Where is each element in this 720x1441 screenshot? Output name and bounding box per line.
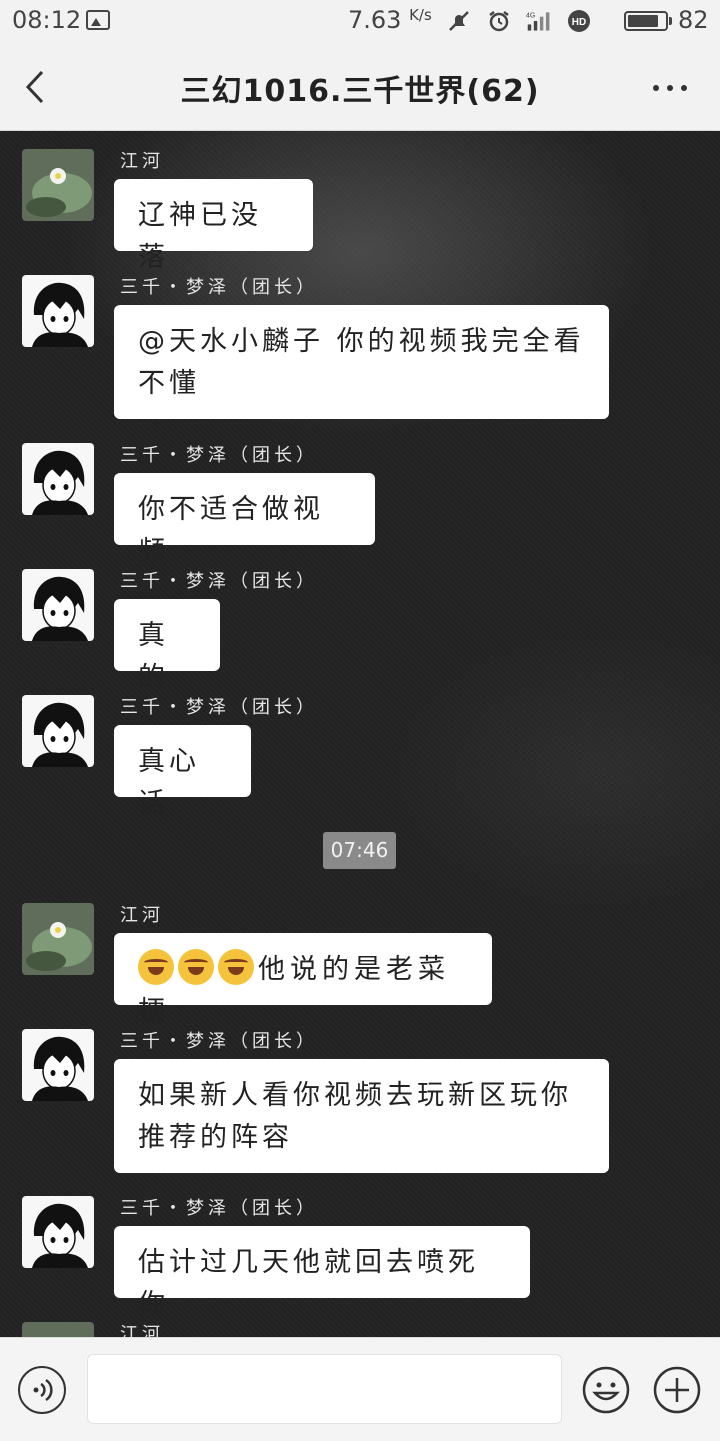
avatar-mengze[interactable] [22, 275, 94, 347]
more-button[interactable] [650, 68, 690, 108]
message-bubble[interactable]: 辽神已没落 [114, 179, 313, 273]
image-notification-icon [86, 10, 110, 30]
avatar-jianghe[interactable] [22, 149, 94, 221]
svg-text:HD: HD [572, 17, 586, 28]
more-dots-icon [653, 85, 687, 91]
mute-bell-icon [446, 8, 472, 34]
status-icons: 4G HD [446, 8, 592, 34]
message-bubble[interactable]: 你不适合做视频 [114, 473, 375, 567]
crying-laughing-emoji-icon [138, 949, 174, 985]
chat-title: 三幻1016.三千世界(62) [180, 74, 540, 109]
avatar-mengze[interactable] [22, 1029, 94, 1101]
battery-icon [624, 11, 672, 31]
smiley-icon [582, 1366, 630, 1414]
avatar-mengze[interactable] [22, 695, 94, 767]
emoji-button[interactable] [581, 1365, 631, 1415]
input-bar [0, 1337, 720, 1441]
message-text: 你不适合做视频 [138, 494, 324, 567]
message-text: 如果新人看你视频去玩新区玩你推荐的阵容 [138, 1080, 572, 1153]
message-text: 真的 [138, 620, 169, 693]
plus-button[interactable] [652, 1365, 702, 1415]
message-bubble[interactable]: 如果新人看你视频去玩新区玩你推荐的阵容 [114, 1059, 609, 1173]
avatar-jianghe[interactable] [22, 903, 94, 975]
sender-name: 江河 [120, 151, 164, 172]
message-input[interactable] [87, 1354, 562, 1424]
alarm-icon [486, 8, 512, 34]
status-bar: 08:12 7.63 K/s 4G HD 82 [0, 0, 720, 44]
avatar-mengze[interactable] [22, 1196, 94, 1268]
message-bubble[interactable]: 真心话 [114, 725, 251, 819]
crying-laughing-emoji-icon [218, 949, 254, 985]
status-time: 08:12 [12, 6, 82, 34]
sender-name: 江河 [120, 905, 164, 926]
message-bubble[interactable]: @天水小麟子 你的视频我完全看不懂 [114, 305, 609, 419]
sender-name: 三千・梦泽（团长） [120, 445, 318, 466]
chat-area[interactable]: 江河 辽神已没落 三千・梦泽（团长） @天水小麟子 你的视频我完全看不懂 三千・… [0, 131, 720, 1337]
crying-laughing-emoji-icon [178, 949, 214, 985]
signal-icon: 4G [526, 8, 552, 34]
network-speed-unit: K/s [409, 6, 432, 24]
sender-name: 三千・梦泽（团长） [120, 277, 318, 298]
sender-name: 三千・梦泽（团长） [120, 1198, 318, 1219]
message-text: 真心话 [138, 746, 200, 819]
avatar-jianghe[interactable] [22, 1322, 94, 1337]
chevron-left-icon [25, 70, 44, 104]
message-text: 辽神已没落 [138, 200, 262, 273]
network-speed-value: 7.63 [348, 6, 402, 34]
time-divider: 07:46 [323, 832, 396, 869]
hd-icon: HD [566, 8, 592, 34]
message-bubble[interactable]: 真的 [114, 599, 220, 693]
sender-name: 三千・梦泽（团长） [120, 697, 318, 718]
message-text: 估计过几天他就回去喷死你 [138, 1247, 479, 1320]
network-speed: 7.63 K/s [348, 6, 432, 34]
battery-level [628, 15, 658, 27]
message-bubble[interactable]: 估计过几天他就回去喷死你 [114, 1226, 530, 1320]
back-button[interactable] [18, 64, 58, 110]
avatar-mengze[interactable] [22, 443, 94, 515]
sender-name: 三千・梦泽（团长） [120, 1031, 318, 1052]
avatar-mengze[interactable] [22, 569, 94, 641]
plus-circle-icon [653, 1366, 701, 1414]
network-type: 4G [526, 13, 535, 20]
message-bubble[interactable]: 他说的是老菜梗 [114, 933, 492, 1027]
sender-name: 三千・梦泽（团长） [120, 571, 318, 592]
voice-button[interactable] [18, 1366, 66, 1414]
message-text: @天水小麟子 你的视频我完全看不懂 [138, 326, 585, 399]
voice-icon [33, 1378, 53, 1402]
title-bar: 三幻1016.三千世界(62) [0, 44, 720, 131]
sender-name: 江河 [120, 1324, 164, 1337]
battery-percent: 82 [678, 6, 709, 34]
